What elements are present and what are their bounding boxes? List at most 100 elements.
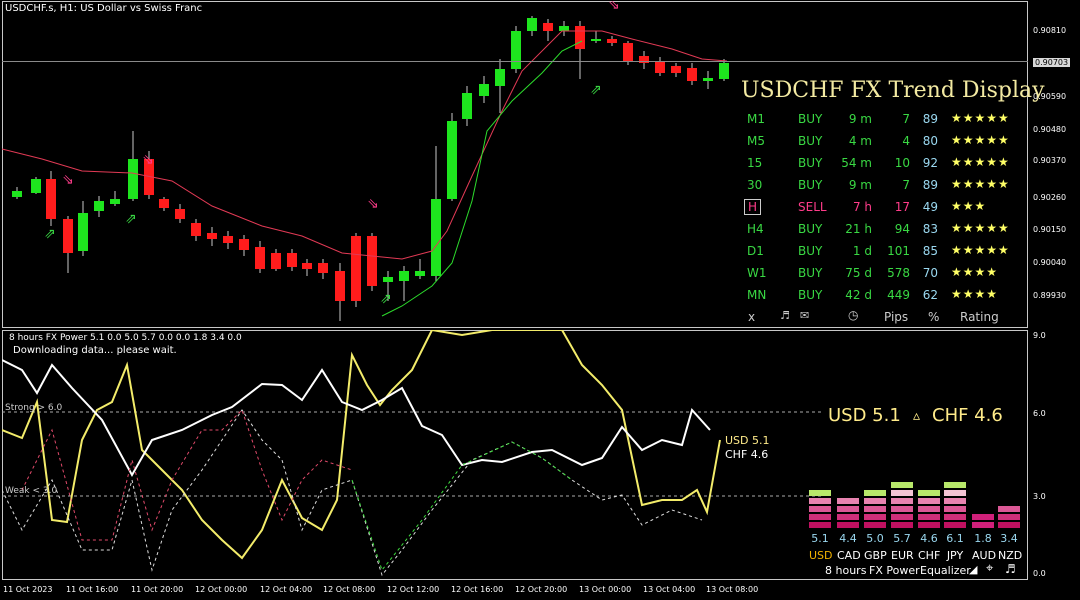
candle-body	[527, 18, 537, 31]
currency-label[interactable]: NZD	[998, 549, 1022, 562]
equalizer-bar-segment	[891, 498, 913, 504]
currency-label[interactable]: CHF	[918, 549, 940, 562]
strength-arrow-icon: ▵	[913, 408, 921, 424]
pips-cell: 7	[902, 178, 910, 192]
percent-cell: 70	[922, 266, 938, 280]
signal-cell: BUY	[798, 244, 823, 258]
timeframe-cell[interactable]: 15	[747, 156, 762, 170]
percent-cell: 89	[922, 178, 938, 192]
equalizer-bar-segment	[918, 498, 940, 504]
pips-cell: 7	[902, 112, 910, 126]
crosshair-icon[interactable]: ⌖	[986, 561, 993, 576]
signal-arrow-icon: ⇗	[380, 291, 392, 307]
candle-body	[367, 236, 377, 286]
period-label[interactable]: 8 hours	[825, 564, 866, 577]
candle-body	[607, 39, 617, 43]
usd-power-line	[2, 330, 721, 560]
percent-cell: 92	[922, 156, 938, 170]
timeframe-cell[interactable]: H	[744, 199, 762, 215]
currency-label[interactable]: CAD	[837, 549, 861, 562]
other-currency-line	[2, 409, 703, 577]
strong-level-label: Strong > 6.0	[5, 403, 63, 413]
timeframe-cell[interactable]: MN	[747, 288, 766, 302]
ma-green-line	[381, 40, 583, 317]
signal-arrow-icon: ⇘	[367, 196, 379, 212]
price-tick-label: 0.90260	[1033, 193, 1067, 202]
currency-label[interactable]: JPY	[944, 549, 966, 562]
equalizer-bar-segment	[972, 522, 994, 528]
equalizer-label[interactable]: Equalizer	[920, 564, 971, 577]
equalizer-bar-segment	[891, 490, 913, 496]
candle-body	[447, 121, 457, 199]
rating-stars: ★★★★★	[951, 221, 1010, 235]
equalizer-bar-segment	[837, 514, 859, 520]
elapsed-time-cell: 9 m	[848, 112, 872, 126]
elapsed-time-cell: 1 d	[852, 244, 872, 258]
fx-power-label[interactable]: FX Power	[869, 564, 920, 577]
rating-stars: ★★★★★	[951, 243, 1010, 257]
timeframe-cell[interactable]: H4	[747, 222, 764, 236]
trend-close-button[interactable]: x	[748, 310, 755, 324]
current-price-line	[2, 61, 1028, 62]
percent-cell: 83	[922, 222, 938, 236]
email-icon[interactable]: ✉	[800, 309, 809, 322]
red-currency-line	[21, 409, 353, 541]
equalizer-bar-segment	[837, 522, 859, 528]
rating-header: Rating	[960, 310, 999, 324]
elapsed-time-cell: 9 m	[848, 178, 872, 192]
price-tick-label: 0.90370	[1033, 156, 1067, 165]
candle-body	[175, 209, 185, 219]
candle-body	[351, 236, 361, 301]
timeframe-cell[interactable]: D1	[747, 244, 764, 258]
equalizer-bar-segment	[918, 514, 940, 520]
time-tick-label: 13 Oct 08:00	[706, 585, 759, 594]
clock-icon: ◷	[848, 308, 859, 322]
equalizer-bar-segment	[918, 522, 940, 528]
sound-icon[interactable]: ♬	[780, 309, 790, 322]
candle-body	[12, 191, 22, 197]
equalizer-bar-segment	[809, 498, 831, 504]
price-tick-label: 0.89930	[1033, 291, 1067, 300]
time-tick-label: 12 Oct 08:00	[323, 585, 376, 594]
power-axis-label: 0.0	[1033, 569, 1046, 578]
candle-body	[110, 199, 120, 204]
pips-cell: 449	[887, 288, 910, 302]
price-tick-label: 0.90480	[1033, 125, 1067, 134]
elapsed-time-cell: 75 d	[845, 266, 872, 280]
price-tick-label: 0.90810	[1033, 26, 1067, 35]
timeframe-cell[interactable]: 30	[747, 178, 762, 192]
equalizer-bar-segment	[891, 514, 913, 520]
signal-arrow-icon: ⇘	[608, 1, 620, 13]
candle-body	[623, 43, 633, 61]
timeframe-cell[interactable]: W1	[747, 266, 767, 280]
play-icon[interactable]: ◢	[969, 563, 977, 576]
candle-body	[94, 201, 104, 211]
timeframe-cell[interactable]: M5	[747, 134, 765, 148]
candle-body	[462, 93, 472, 119]
candle-body	[575, 26, 585, 49]
time-tick-label: 12 Oct 16:00	[451, 585, 504, 594]
elapsed-time-cell: 21 h	[845, 222, 872, 236]
time-tick-label: 12 Oct 20:00	[515, 585, 568, 594]
pips-cell: 4	[902, 134, 910, 148]
chf-power-line	[2, 359, 711, 478]
equalizer-bar-segment	[864, 506, 886, 512]
candle-body	[431, 199, 441, 276]
power-axis-label: 3.0	[1033, 492, 1046, 501]
candle-body	[415, 271, 425, 276]
equalizer-bar-segment	[864, 514, 886, 520]
candle-body	[495, 69, 505, 86]
currency-label[interactable]: USD	[809, 549, 833, 562]
currency-label[interactable]: GBP	[864, 549, 887, 562]
timeframe-cell[interactable]: M1	[747, 112, 765, 126]
candle-body	[159, 199, 169, 208]
candle-body	[318, 263, 328, 273]
signal-arrow-icon: ⇘	[62, 172, 74, 188]
currency-label[interactable]: EUR	[891, 549, 914, 562]
rating-stars: ★★★★	[951, 287, 999, 301]
price-tick-label: 0.90040	[1033, 258, 1067, 267]
music-icon[interactable]: ♬	[1005, 562, 1016, 576]
weak-level-label: Weak < 3.0	[5, 486, 58, 496]
candle-body	[191, 223, 201, 236]
power-axis-label: 9.0	[1033, 331, 1046, 340]
